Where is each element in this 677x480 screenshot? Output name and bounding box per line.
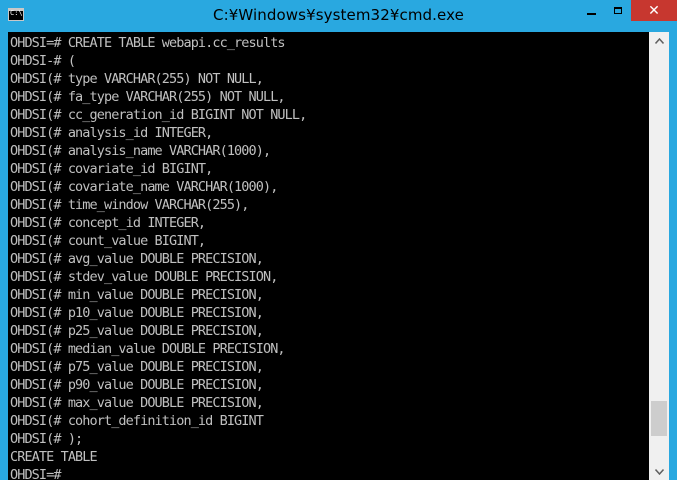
minimize-button[interactable] [578, 0, 605, 21]
scroll-up-arrow-icon [654, 37, 664, 44]
console-line: OHDSI=# CREATE TABLE webapi.cc_results [10, 35, 286, 51]
console-line: OHDSI(# count_value BIGINT, [10, 233, 206, 249]
console-line: OHDSI(# ); [10, 431, 83, 447]
scroll-thumb[interactable] [651, 401, 667, 436]
window-title: C:¥Windows¥system32¥cmd.exe [213, 6, 464, 24]
console-line: OHDSI(# max_value DOUBLE PRECISION, [10, 395, 264, 411]
console-line: OHDSI(# type VARCHAR(255) NOT NULL, [10, 71, 264, 87]
scroll-up-button[interactable] [649, 32, 669, 49]
console-line: OHDSI(# cohort_definition_id BIGINT [10, 413, 264, 429]
console-line: OHDSI(# analysis_id INTEGER, [10, 125, 213, 141]
console-lines: OHDSI=# CREATE TABLE webapi.cc_results OH… [10, 34, 307, 480]
console-line: OHDSI-# ( [10, 53, 76, 69]
maximize-button[interactable] [605, 0, 631, 21]
scroll-down-button[interactable] [649, 463, 669, 480]
vertical-scrollbar[interactable] [649, 32, 669, 480]
console-line: OHDSI(# analysis_name VARCHAR(1000), [10, 143, 271, 159]
console-line: OHDSI(# p75_value DOUBLE PRECISION, [10, 359, 264, 375]
console-line: OHDSI(# avg_value DOUBLE PRECISION, [10, 251, 264, 267]
console-line: OHDSI(# p25_value DOUBLE PRECISION, [10, 323, 264, 339]
cmd-window: C:\ C:¥Windows¥system32¥cmd.exe ✕ OHDSI=… [0, 0, 677, 480]
console-line: OHDSI=# [10, 467, 62, 480]
console-line: OHDSI(# concept_id INTEGER, [10, 215, 206, 231]
console-line: OHDSI(# fa_type VARCHAR(255) NOT NULL, [10, 89, 286, 105]
console-line: OHDSI(# stdev_value DOUBLE PRECISION, [10, 269, 278, 285]
console-line: OHDSI(# covariate_id BIGINT, [10, 161, 213, 177]
console-line: OHDSI(# cc_generation_id BIGINT NOT NULL… [10, 107, 307, 123]
console-line: CREATE TABLE [10, 449, 98, 465]
console-line: OHDSI(# time_window VARCHAR(255), [10, 197, 249, 213]
maximize-icon [614, 7, 622, 14]
close-button[interactable]: ✕ [631, 0, 677, 21]
title-bar[interactable]: C:\ C:¥Windows¥system32¥cmd.exe ✕ [0, 0, 677, 32]
console-line: OHDSI(# p90_value DOUBLE PRECISION, [10, 377, 264, 393]
console-line: OHDSI(# min_value DOUBLE PRECISION, [10, 287, 264, 303]
console-line: OHDSI(# p10_value DOUBLE PRECISION, [10, 305, 264, 321]
console-output[interactable]: OHDSI=# CREATE TABLE webapi.cc_results OH… [8, 32, 649, 480]
console-line: OHDSI(# median_value DOUBLE PRECISION, [10, 341, 286, 357]
window-border [669, 32, 677, 480]
scroll-down-arrow-icon [654, 468, 664, 475]
console-line: OHDSI(# covariate_name VARCHAR(1000), [10, 179, 278, 195]
close-icon: ✕ [648, 2, 660, 19]
minimize-icon [587, 12, 596, 15]
